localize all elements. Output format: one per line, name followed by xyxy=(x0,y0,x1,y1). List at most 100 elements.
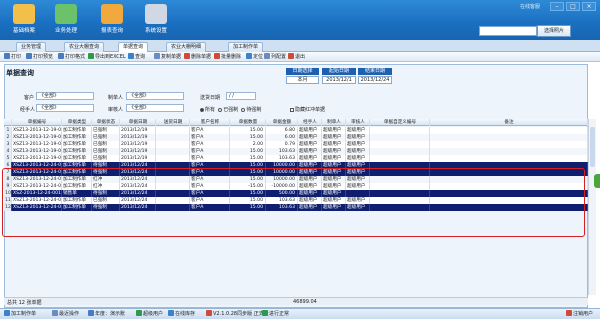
toolbar-button-8[interactable]: 定位 xyxy=(246,53,263,61)
status-item-2[interactable]: 年度：演示账 xyxy=(88,310,125,318)
toolbar-icon xyxy=(4,53,10,59)
toolbar-button-3[interactable]: 导出到EXCEL xyxy=(88,53,126,61)
toolbar-label: 删除单据 xyxy=(191,54,212,60)
nav-tile-0[interactable]: 基础档案 xyxy=(4,4,44,38)
nav-tile-1[interactable]: 业务处理 xyxy=(46,4,86,38)
toolbar-button-6[interactable]: 删除单据 xyxy=(184,53,211,61)
table-cell: 超级用户 xyxy=(322,148,346,155)
table-cell: 5 xyxy=(4,155,12,162)
end-date-field[interactable]: 2013/12/24 xyxy=(358,76,392,84)
summary-count: 总共 12 张单据 xyxy=(7,300,42,306)
toolbar-button-9[interactable]: 列配置 xyxy=(264,53,286,61)
side-handle[interactable] xyxy=(594,174,600,188)
column-header[interactable]: 经手人 xyxy=(298,119,322,126)
table-cell: 已强制 xyxy=(92,134,120,141)
top-right-text[interactable]: 在线客服 xyxy=(520,3,540,10)
toolbar-button-2[interactable]: 打印格式 xyxy=(58,53,85,61)
column-header[interactable]: 单据类型 xyxy=(62,119,92,126)
table-cell: 2013/12/19 xyxy=(120,127,156,134)
delivery-date-field[interactable]: / / xyxy=(226,92,256,100)
customer-label: 客户 xyxy=(24,95,35,101)
nav-tile-2[interactable]: 报表查询 xyxy=(92,4,132,38)
status-item-3[interactable]: 超级用户 xyxy=(136,310,163,318)
table-cell: 加工制作单 xyxy=(62,134,92,141)
table-cell: 6.00 xyxy=(266,134,298,141)
table-cell xyxy=(430,148,588,155)
table-row[interactable]: 1 XSZ13-2013-12-19-001 加工制作单 已强制 2013/12/19 客… xyxy=(4,127,588,134)
toolbar-button-4[interactable]: 查询 xyxy=(128,53,145,61)
radio-done[interactable] xyxy=(218,108,223,112)
close-icon[interactable]: × xyxy=(582,2,596,11)
table-cell: XSZ13-2013-12-19-005 xyxy=(13,155,62,162)
table-cell: 6.80 xyxy=(266,127,298,134)
table-row[interactable]: 5 XSZ13-2013-12-19-005 加工制作单 已强制 2013/12/19 客… xyxy=(4,155,588,162)
radio-all[interactable] xyxy=(200,108,204,112)
table-cell: 2013/12/19 xyxy=(120,148,156,155)
status-label: 在线库存 xyxy=(175,311,196,317)
maker-field[interactable]: 《全部》 xyxy=(126,92,184,100)
logout-button[interactable]: 注销用户 xyxy=(566,310,593,318)
tab-4[interactable]: 加工制作单 xyxy=(228,42,264,52)
table-cell: 客户A xyxy=(190,148,230,155)
table-cell xyxy=(156,155,190,162)
radio-wait[interactable] xyxy=(241,108,246,112)
toolbar-button-10[interactable]: 退出 xyxy=(288,53,305,61)
status-icon xyxy=(52,310,58,316)
maker-label: 制单人 xyxy=(108,95,124,101)
toolbar-button-7[interactable]: 批量删除 xyxy=(214,53,241,61)
table-cell: 超级用户 xyxy=(346,155,370,162)
table-row[interactable]: 3 XSZ13-2013-12-19-003 加工制作单 已强制 2013/12/19 客… xyxy=(4,141,588,148)
customer-field[interactable]: 《全部》 xyxy=(36,92,94,100)
column-header[interactable]: 单据日期 xyxy=(120,119,156,126)
column-header[interactable] xyxy=(4,119,12,126)
table-cell: 15.00 xyxy=(230,127,266,134)
vertical-scrollbar[interactable] xyxy=(588,119,596,295)
tab-3[interactable]: 农业大棚明细 xyxy=(166,42,207,52)
table-cell xyxy=(156,134,190,141)
tab-0[interactable]: 业务管理 xyxy=(16,42,47,52)
table-cell xyxy=(156,141,190,148)
column-header[interactable]: 备注 xyxy=(430,119,588,126)
status-item-0[interactable]: 加工制作单 xyxy=(4,310,36,318)
search-button[interactable]: 选择照片 xyxy=(537,25,571,37)
column-header[interactable]: 单据金额 xyxy=(266,119,298,126)
status-icon xyxy=(136,310,142,316)
column-header[interactable]: 单据编号 xyxy=(12,119,62,126)
start-date-field[interactable]: 2013/12/1 xyxy=(322,76,356,84)
table-cell: 超级用户 xyxy=(346,127,370,134)
table-row[interactable]: 2 XSZ13-2013-12-19-002 加工制作单 已强制 2013/12/19 客… xyxy=(4,134,588,141)
handler-field[interactable]: 《全部》 xyxy=(36,104,94,112)
status-item-4[interactable]: 在线库存 xyxy=(168,310,195,318)
search-input[interactable] xyxy=(479,26,537,36)
table-cell: XSZ13-2013-12-19-004 xyxy=(13,148,62,155)
column-header[interactable]: 单据状态 xyxy=(92,119,120,126)
table-cell: 加工制作单 xyxy=(62,141,92,148)
status-label: 年度：演示账 xyxy=(95,311,126,317)
toolbar-button-0[interactable]: 打印 xyxy=(4,53,21,61)
minimize-icon[interactable]: – xyxy=(550,2,564,11)
table-cell: 加工制作单 xyxy=(62,148,92,155)
date-range-select[interactable]: 本月 xyxy=(286,76,319,84)
column-header[interactable]: 送货日期 xyxy=(156,119,190,126)
column-header[interactable]: 单据自定义编号 xyxy=(370,119,430,126)
toolbar-label: 复制单据 xyxy=(161,54,182,60)
tab-2[interactable]: 单据查询 xyxy=(118,42,149,52)
table-cell: 2 xyxy=(4,134,12,141)
scroll-thumb[interactable] xyxy=(590,127,595,167)
status-item-1[interactable]: 最近操作 xyxy=(52,310,79,318)
maximize-icon[interactable]: □ xyxy=(566,2,580,11)
tab-1[interactable]: 农业大棚查询 xyxy=(64,42,105,52)
column-header[interactable]: 客户名称 xyxy=(190,119,230,126)
column-header[interactable]: 制单人 xyxy=(322,119,346,126)
table-cell: 15.00 xyxy=(230,155,266,162)
reviewer-field[interactable]: 《全部》 xyxy=(126,104,184,112)
table-cell: 2.00 xyxy=(230,141,266,148)
summary-amount: 46899.04 xyxy=(293,299,317,305)
column-header[interactable]: 单据数量 xyxy=(230,119,266,126)
table-row[interactable]: 4 XSZ13-2013-12-19-004 加工制作单 已强制 2013/12/19 客… xyxy=(4,148,588,155)
toolbar-button-5[interactable]: 复制单据 xyxy=(154,53,181,61)
hide-reversal-checkbox[interactable] xyxy=(290,108,294,112)
toolbar-button-1[interactable]: 打印预览 xyxy=(26,53,53,61)
nav-tile-3[interactable]: 系统设置 xyxy=(136,4,176,38)
column-header[interactable]: 审核人 xyxy=(346,119,370,126)
